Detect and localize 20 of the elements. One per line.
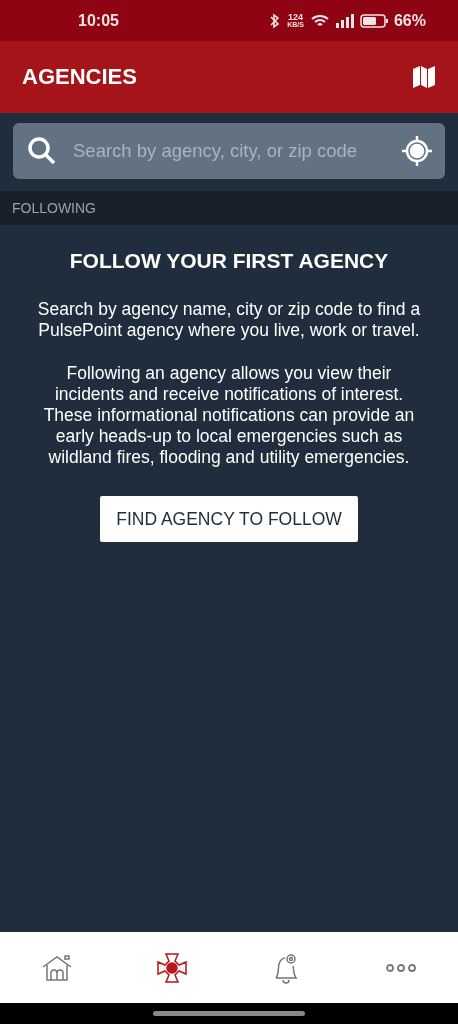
search-icon — [27, 136, 57, 166]
search-field[interactable]: Search by agency, city, or zip code — [13, 123, 445, 179]
wifi-icon — [309, 12, 330, 29]
location-target-icon[interactable] — [401, 135, 433, 167]
map-icon[interactable] — [412, 65, 436, 89]
section-label: FOLLOWING — [12, 200, 96, 216]
bluetooth-icon — [269, 12, 282, 29]
description-text: Following an agency allows you view their incidents and receive notifications of interest. These informational notifications can provide an early heads-up to local emergencies such as wildland fires, flooding and utility emergencies. — [42, 363, 416, 468]
screen-title: AGENCIES — [22, 64, 137, 90]
battery-percent: 66% — [393, 11, 426, 30]
find-agency-button[interactable]: FIND AGENCY TO FOLLOW — [100, 496, 358, 542]
maltese-cross-icon — [155, 951, 188, 984]
description-text: Search by agency name, city or zip code to find a PulsePoint agency where you live, work or travel. — [36, 299, 422, 341]
house-icon — [41, 953, 74, 982]
signal-icon — [335, 12, 354, 29]
empty-state-heading: FOLLOW YOUR FIRST AGENCY — [69, 249, 389, 273]
search-input[interactable]: Search by agency, city, or zip code — [71, 139, 387, 163]
more-icon — [384, 962, 417, 973]
battery-icon — [359, 12, 388, 29]
clock-time: 10:05 — [78, 11, 119, 30]
